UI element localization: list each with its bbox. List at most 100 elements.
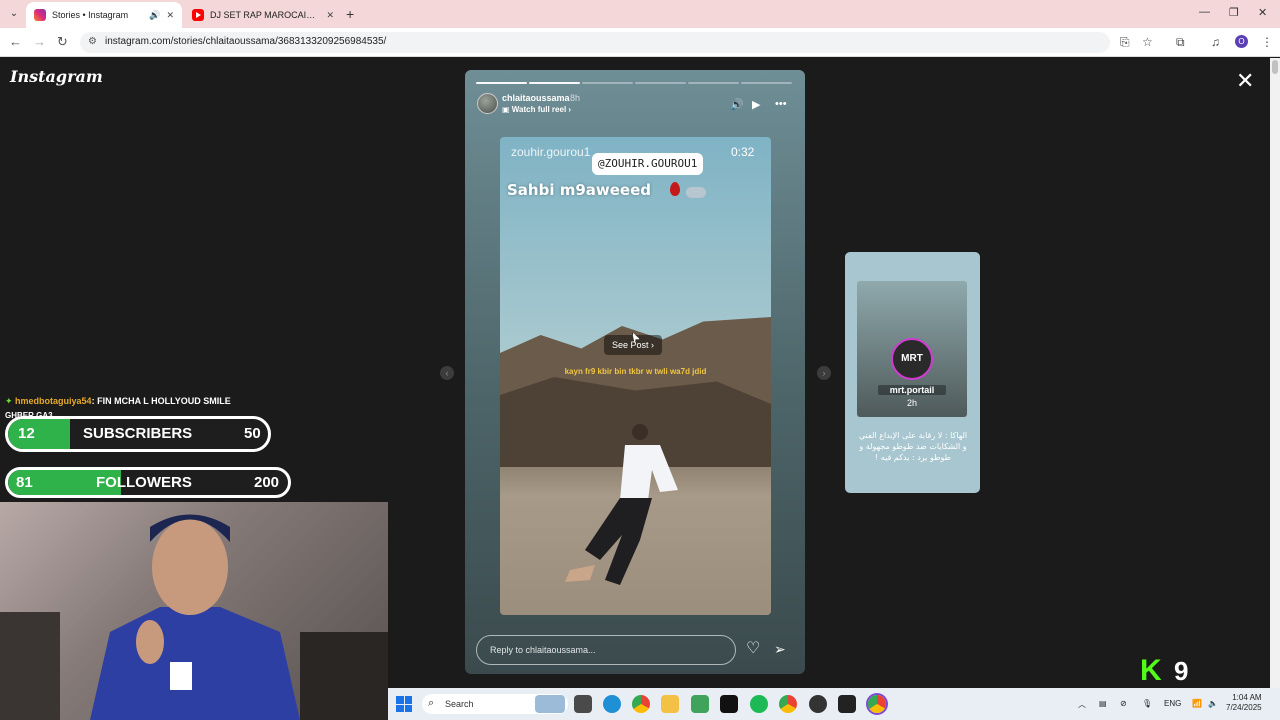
subscribers-current: 12 [18, 425, 35, 442]
chrome-active-icon[interactable] [868, 695, 886, 713]
instagram-favicon-icon [34, 9, 46, 21]
person-sitting-image [565, 424, 678, 585]
address-bar[interactable]: ⚙ instagram.com/stories/chlaitaoussama/3… [80, 32, 1110, 53]
obs-icon[interactable] [809, 695, 827, 713]
windows-start-icon[interactable] [396, 696, 412, 712]
spotify-icon[interactable] [750, 695, 768, 713]
story-progress-bar [476, 82, 792, 84]
chevron-right-icon: › [566, 105, 572, 114]
speaker-icon[interactable]: 🔊 [149, 10, 160, 21]
send-paper-plane-icon[interactable]: ➢ [774, 641, 786, 657]
story-progress-segment [688, 82, 739, 84]
chat-badge-icon: ✦ [5, 396, 16, 406]
menu-kebab-icon[interactable]: ⋮ [1261, 35, 1273, 49]
tab-youtube-dj-set[interactable]: DJ SET RAP MAROCAIN : MES C ✕ [184, 2, 342, 28]
microphone-icon[interactable]: 🎙 [1142, 699, 1152, 708]
followers-label: FOLLOWERS [96, 474, 192, 491]
chrome-icon[interactable] [632, 695, 650, 713]
close-stories-icon[interactable]: ✕ [1236, 70, 1254, 92]
see-post-label: See Post [612, 340, 649, 350]
story-progress-segment [582, 82, 633, 84]
minimize-icon[interactable]: — [1199, 6, 1210, 18]
tab-close-icon[interactable]: ✕ [166, 10, 174, 21]
subscribers-label: SUBSCRIBERS [83, 425, 193, 442]
watch-full-reel-link[interactable]: ▣ Watch full reel › [502, 105, 571, 114]
install-app-icon[interactable]: ⎘ [1120, 35, 1130, 50]
watch-full-reel-label: Watch full reel [511, 105, 567, 114]
task-view-icon[interactable] [574, 695, 592, 713]
subscribers-goal: 50 [244, 425, 261, 442]
tray-app-icon[interactable]: ▤ [1099, 699, 1107, 708]
taskbar-search-label[interactable]: Search [445, 699, 474, 709]
back-arrow-icon[interactable]: ← [9, 35, 22, 49]
capcut-icon[interactable] [720, 695, 738, 713]
browser-toolbar: ← → ↻ ⚙ instagram.com/stories/chlaitaous… [0, 28, 1280, 57]
story-progress-segment [635, 82, 686, 84]
chevron-right-icon: › [648, 340, 655, 350]
wifi-icon[interactable]: 📶 [1192, 699, 1202, 708]
reply-placeholder[interactable]: Reply to chlaitaoussama... [490, 645, 596, 655]
previous-story-arrow-icon[interactable]: ‹ [440, 366, 454, 380]
instagram-logo[interactable]: Instagram [10, 67, 103, 86]
clock-date: 7/24/2025 [1226, 703, 1262, 712]
extensions-puzzle-icon[interactable]: ⧉ [1176, 35, 1185, 50]
story-progress-segment [529, 82, 580, 84]
reel-duration: 0:32 [731, 145, 755, 159]
bookmark-star-icon[interactable]: ☆ [1142, 35, 1153, 49]
more-options-icon[interactable]: ••• [775, 98, 787, 110]
play-icon[interactable]: ▶ [752, 98, 760, 111]
taskbar-clock[interactable]: 1:04 AM 7/24/2025 [1226, 693, 1262, 713]
volume-icon[interactable]: 🔈 [1208, 699, 1218, 708]
chrome-profile-icon[interactable] [779, 695, 797, 713]
page-scrollbar[interactable] [1270, 58, 1280, 688]
reel-icon: ▣ [502, 105, 512, 114]
tab-instagram-stories[interactable]: Stories • Instagram 🔊 ✕ [26, 2, 182, 28]
next-story-time: 2h [906, 398, 917, 408]
language-indicator[interactable]: ENG [1164, 699, 1181, 708]
story-user-avatar[interactable] [477, 93, 498, 114]
streamer-image [0, 514, 388, 720]
profile-avatar[interactable]: O [1235, 35, 1248, 48]
reel-caption: Sahbi m9aweeed [507, 181, 652, 199]
mention-sticker[interactable]: @ZOUHIR.GOUROU1 [592, 153, 704, 175]
app-triangle-icon[interactable] [691, 695, 709, 713]
chat-message: ✦ hmedbotaguiya54: FIN MCHA L HOLLYOUD S… [5, 396, 231, 407]
followers-goal-bar: 81 FOLLOWERS 200 [5, 467, 291, 498]
next-story-avatar-ring[interactable]: MRT [891, 338, 933, 380]
site-info-icon[interactable]: ⚙ [88, 36, 97, 47]
reel-subtitle: kayn fr9 kbir bin tkbr w twli wa7d jdid [564, 367, 707, 376]
search-icon[interactable]: ⌕ [428, 697, 434, 710]
browser-tab-bar: ⌄ Stories • Instagram 🔊 ✕ DJ SET RAP MAR… [0, 0, 1280, 28]
app-square-icon[interactable] [838, 695, 856, 713]
tray-network-off-icon[interactable]: ⊘ [1120, 699, 1127, 708]
window-close-icon[interactable]: ✕ [1258, 6, 1267, 19]
tab-search-chevron-icon[interactable]: ⌄ [6, 6, 22, 22]
see-post-button[interactable]: See Post › [604, 335, 663, 355]
story-username[interactable]: chlaitaoussama [502, 93, 570, 103]
clock-time: 1:04 AM [1232, 693, 1262, 702]
url-text[interactable]: instagram.com/stories/chlaitaoussama/368… [105, 36, 386, 47]
next-story-arrow-icon[interactable]: › [817, 366, 831, 380]
story-time: 8h [570, 93, 581, 103]
next-story-headline: الهاكا : لا رقابة على الإبداع الفني و ال… [858, 431, 968, 462]
media-control-icon[interactable]: ♫ [1211, 35, 1220, 49]
cloud-icon [686, 187, 706, 198]
forward-arrow-icon[interactable]: → [33, 35, 46, 49]
new-tab-plus-icon[interactable]: + [346, 6, 354, 22]
tab-title: Stories • Instagram [52, 10, 129, 20]
chat-username: hmedbotaguiya54 [15, 396, 92, 406]
story-progress-segment [476, 82, 527, 84]
file-explorer-icon[interactable] [661, 695, 679, 713]
youtube-favicon-icon [192, 9, 204, 21]
subscribers-goal-bar: 12 SUBSCRIBERS 50 [5, 416, 271, 452]
scrollbar-thumb[interactable] [1272, 60, 1278, 74]
reload-icon[interactable]: ↻ [57, 35, 68, 49]
weather-widget-icon[interactable] [535, 695, 565, 713]
edge-browser-icon[interactable] [603, 695, 621, 713]
restore-icon[interactable]: ❐ [1229, 6, 1239, 19]
tray-overflow-chevron-icon[interactable]: ︿ [1078, 699, 1086, 710]
tab-close-icon[interactable]: ✕ [326, 10, 334, 21]
like-heart-icon[interactable]: ♡ [746, 641, 760, 657]
kick-viewer-count: 9 [1174, 656, 1189, 686]
speaker-icon[interactable]: 🔊 [730, 98, 744, 111]
